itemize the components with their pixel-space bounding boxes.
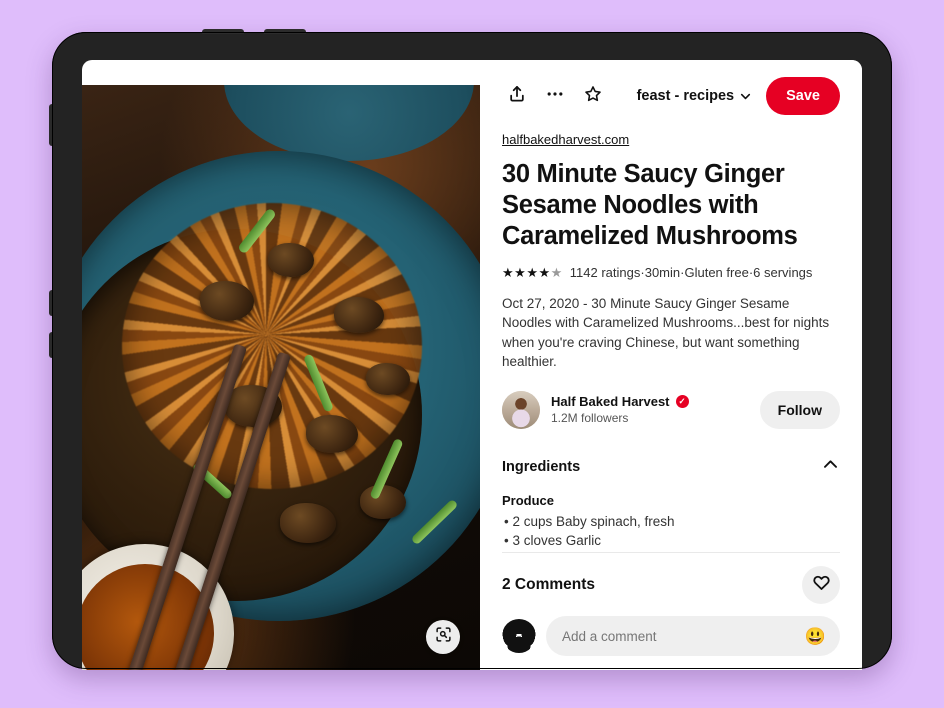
ingredients-section-header[interactable]: Ingredients	[502, 449, 840, 479]
pin-meta-row: ★ ★ ★ ★ ★ 1142 ratings · 30min · Gluten …	[502, 265, 840, 280]
hero-mushroom	[366, 363, 410, 395]
meta-diet: Gluten free	[684, 265, 749, 281]
comments-count: 2 Comments	[502, 576, 596, 593]
author-text-block: Half Baked Harvest ✓ 1.2M followers	[551, 394, 760, 425]
star-filled: ★	[538, 265, 551, 281]
hero-mushroom	[334, 297, 384, 333]
author-name-row[interactable]: Half Baked Harvest ✓	[551, 394, 760, 409]
pin-detail-pane: feast - recipes Save halfbakedharvest.co…	[480, 60, 862, 670]
follow-button[interactable]: Follow	[759, 390, 840, 429]
tablet-device-frame: feast - recipes Save halfbakedharvest.co…	[49, 29, 892, 670]
star-filled: ★	[526, 265, 539, 281]
ingredient-group-name: Produce	[502, 492, 555, 508]
comments-header: 2 Comments	[502, 566, 840, 604]
source-domain-link[interactable]: halfbakedharvest.com	[502, 132, 840, 147]
hero-mushroom	[268, 243, 314, 277]
tablet-top-button-2[interactable]	[264, 29, 306, 34]
ratings-count: 1142 ratings	[569, 265, 641, 281]
screenshot-stage: feast - recipes Save halfbakedharvest.co…	[0, 0, 944, 708]
ingredient-item: • 3 cloves Garlic	[504, 532, 602, 548]
author-name: Half Baked Harvest	[551, 394, 670, 410]
author-row: Half Baked Harvest ✓ 1.2M followers Foll…	[502, 390, 840, 429]
chevron-up-icon[interactable]	[821, 455, 840, 479]
pin-toolbar: feast - recipes Save	[502, 60, 840, 132]
star-empty: ★	[550, 265, 563, 281]
tablet-screen: feast - recipes Save halfbakedharvest.co…	[82, 60, 862, 670]
author-followers: 1.2M followers	[551, 411, 629, 426]
ingredients-title: Ingredients	[502, 458, 581, 475]
tablet-side-button-volume-up[interactable]	[49, 290, 53, 316]
pin-description: Oct 27, 2020 - 30 Minute Saucy Ginger Se…	[502, 296, 830, 369]
verified-badge-icon: ✓	[675, 395, 689, 409]
hero-mushroom	[200, 281, 254, 321]
ingredient-item: • 2 tbsp Ginger, fresh	[502, 550, 840, 552]
more-horizontal-icon	[545, 84, 565, 109]
tablet-top-button-1[interactable]	[202, 29, 244, 34]
favorite-star-button[interactable]	[578, 81, 608, 111]
tablet-side-button-power[interactable]	[49, 104, 53, 146]
hero-noodles	[122, 203, 422, 489]
more-options-button[interactable]	[540, 81, 570, 111]
meta-servings: 6 servings	[753, 265, 813, 281]
comment-input[interactable]	[560, 627, 797, 645]
star-filled: ★	[514, 265, 527, 281]
ingredients-list: Produce • 2 cups Baby spinach, fresh • 3…	[502, 493, 840, 552]
hero-mushroom	[280, 503, 336, 543]
heart-outline-icon	[812, 573, 831, 597]
chevron-down-icon	[739, 90, 752, 103]
user-avatar[interactable]	[502, 619, 536, 653]
rating-stars: ★ ★ ★ ★ ★	[502, 266, 563, 279]
smiley-face-icon[interactable]: 😃	[805, 628, 826, 645]
share-button[interactable]	[502, 81, 532, 111]
ingredient-item: • 2 cups Baby spinach, fresh	[504, 513, 675, 529]
star-filled: ★	[502, 265, 515, 281]
hero-mushroom	[306, 415, 358, 453]
board-selector-label: feast - recipes	[636, 88, 735, 104]
user-avatar-image	[502, 619, 536, 653]
author-avatar-image	[502, 390, 540, 429]
tablet-side-button-volume-down[interactable]	[49, 332, 53, 358]
hero-mushroom	[360, 485, 406, 519]
save-button[interactable]: Save	[766, 77, 840, 115]
meta-cook-time: 30min	[644, 265, 681, 281]
share-icon	[507, 84, 527, 109]
pin-hero-image[interactable]	[82, 85, 480, 670]
hero-artwork	[82, 85, 480, 670]
add-comment-row: 😃	[502, 616, 840, 670]
visual-search-button[interactable]	[426, 620, 460, 654]
comment-input-wrapper[interactable]: 😃	[546, 616, 840, 656]
like-button[interactable]	[802, 566, 840, 604]
comments-section: 2 Comments Add a comment 😃	[502, 552, 840, 670]
visual-search-icon	[435, 626, 452, 648]
board-selector[interactable]: feast - recipes	[637, 88, 753, 104]
pin-title: 30 Minute Saucy Ginger Sesame Noodles wi…	[502, 160, 798, 251]
author-avatar[interactable]	[502, 390, 540, 429]
star-outline-icon	[583, 84, 603, 109]
